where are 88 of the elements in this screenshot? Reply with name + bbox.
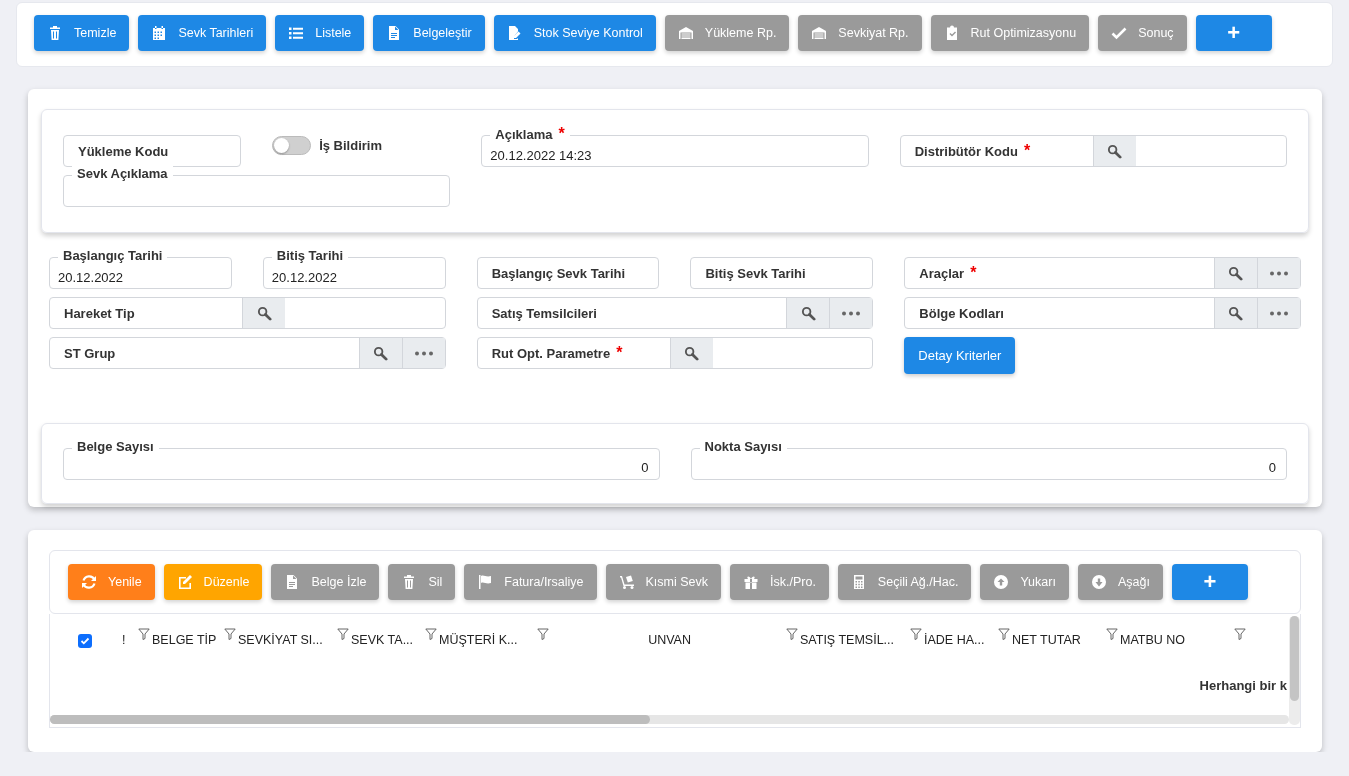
- search-button[interactable]: [1214, 258, 1257, 288]
- field-label: Başlangıç Sevk Tarihi: [490, 264, 627, 283]
- more-icon: [1269, 310, 1289, 316]
- filter-icon[interactable]: [910, 628, 922, 640]
- add-button[interactable]: +: [1171, 564, 1248, 600]
- lookup-field[interactable]: ST Grup: [49, 337, 446, 369]
- column-header[interactable]: SATIŞ TEMSİL...: [800, 628, 894, 647]
- search-button[interactable]: [1214, 298, 1257, 328]
- search-icon: [1228, 265, 1244, 281]
- lookup-field[interactable]: Distribütör Kodu *: [899, 135, 1287, 167]
- document-pen-icon: [506, 25, 523, 41]
- field-label: Yükleme Kodu: [77, 142, 170, 161]
- empty-message: Herhangi bir k: [1199, 678, 1287, 695]
- search-button[interactable]: [242, 298, 285, 328]
- warehouse-icon: [677, 25, 694, 41]
- required-mark: *: [616, 344, 623, 362]
- filter-icon[interactable]: [1106, 628, 1118, 640]
- column-header[interactable]: SEVKİYAT SI...: [238, 628, 323, 647]
- more-icon: [413, 350, 434, 356]
- toolbar-button[interactable]: Stok Seviye Kontrol: [493, 15, 656, 51]
- detail-criteria-button[interactable]: Detay Kriterler: [904, 337, 1016, 374]
- filter-icon[interactable]: [1234, 628, 1246, 640]
- search-icon: [684, 345, 700, 361]
- trash-icon: [47, 25, 63, 41]
- toolbar-button[interactable]: Temizle: [34, 15, 130, 51]
- field-label: Bölge Kodları: [919, 305, 1004, 321]
- search-icon: [800, 305, 816, 321]
- field-label: Sevk Açıklama: [77, 166, 168, 181]
- field-label: Distribütör Kodu: [914, 143, 1018, 159]
- warehouse-icon: [811, 25, 828, 41]
- column-header[interactable]: İADE HA...: [924, 628, 985, 647]
- column-header[interactable]: BELGE TİP: [152, 628, 217, 647]
- filter-icon[interactable]: [786, 628, 798, 640]
- field-label: Satış Temsilcileri: [491, 305, 597, 321]
- filter-icon[interactable]: [138, 628, 150, 640]
- field-label: Araçlar: [919, 265, 965, 281]
- search-icon: [256, 305, 272, 321]
- column-header[interactable]: UNVAN: [648, 628, 691, 647]
- calendar-icon: [151, 25, 168, 41]
- lookup-field[interactable]: Araçlar *: [904, 257, 1301, 289]
- gift-icon: [743, 574, 759, 590]
- filter-icon[interactable]: [998, 628, 1010, 640]
- more-icon: [841, 310, 862, 316]
- column-header[interactable]: NET TUTAR: [1012, 628, 1081, 647]
- search-icon: [1107, 143, 1123, 159]
- more-icon: [1269, 270, 1289, 276]
- required-mark: *: [970, 264, 977, 282]
- search-icon: [373, 345, 389, 361]
- toggle-switch[interactable]: [272, 136, 312, 155]
- text-field[interactable]: Başlangıç Sevk Tarihi: [476, 257, 660, 289]
- search-button[interactable]: [786, 298, 830, 328]
- filter-icon[interactable]: [537, 628, 549, 640]
- field-label: Hareket Tip: [64, 305, 135, 321]
- column-header[interactable]: SEVK TA...: [351, 628, 414, 647]
- column-header[interactable]: !: [122, 628, 126, 647]
- required-mark: *: [1023, 142, 1031, 160]
- add-button[interactable]: +: [1195, 15, 1272, 51]
- horizontal-scrollbar[interactable]: [50, 715, 1289, 724]
- search-icon: [1228, 305, 1244, 321]
- toggle-label: İş Bildirim: [319, 138, 382, 153]
- toolbar-button[interactable]: Sevk Tarihleri: [138, 15, 267, 51]
- field-label: ST Grup: [64, 345, 116, 361]
- field-label: Bitiş Sevk Tarihi: [704, 264, 807, 283]
- column-header[interactable]: MATBU NO: [1120, 628, 1186, 647]
- filter-icon[interactable]: [224, 628, 236, 640]
- vertical-scrollbar[interactable]: [1289, 616, 1300, 725]
- text-field[interactable]: Yükleme Kodu: [63, 135, 242, 167]
- flag-icon: [477, 574, 494, 590]
- lookup-field[interactable]: Hareket Tip: [49, 297, 446, 329]
- text-field[interactable]: Bitiş Sevk Tarihi: [690, 257, 874, 289]
- search-button[interactable]: [1092, 136, 1136, 166]
- filter-icon[interactable]: [425, 628, 437, 640]
- filter-icon[interactable]: [337, 628, 349, 640]
- hand-truck-icon: [618, 574, 635, 590]
- toolbar-button[interactable]: Listele: [275, 15, 365, 51]
- field-label: Rut Opt. Parametre: [491, 345, 611, 361]
- column-header[interactable]: MÜŞTERİ K...: [439, 628, 518, 647]
- lookup-field[interactable]: Bölge Kodları: [904, 297, 1301, 329]
- search-button[interactable]: [669, 338, 713, 368]
- edit-icon: [176, 574, 193, 590]
- search-button[interactable]: [358, 338, 402, 368]
- list-icon: [288, 25, 305, 41]
- select-all-checkbox[interactable]: [78, 634, 92, 648]
- toolbar-button[interactable]: Belgeleştir: [373, 15, 485, 51]
- check-icon: [1111, 25, 1128, 41]
- refresh-icon: [81, 574, 97, 590]
- lookup-field[interactable]: Satış Temsilcileri: [476, 297, 874, 329]
- lookup-field[interactable]: Rut Opt. Parametre *: [476, 337, 874, 369]
